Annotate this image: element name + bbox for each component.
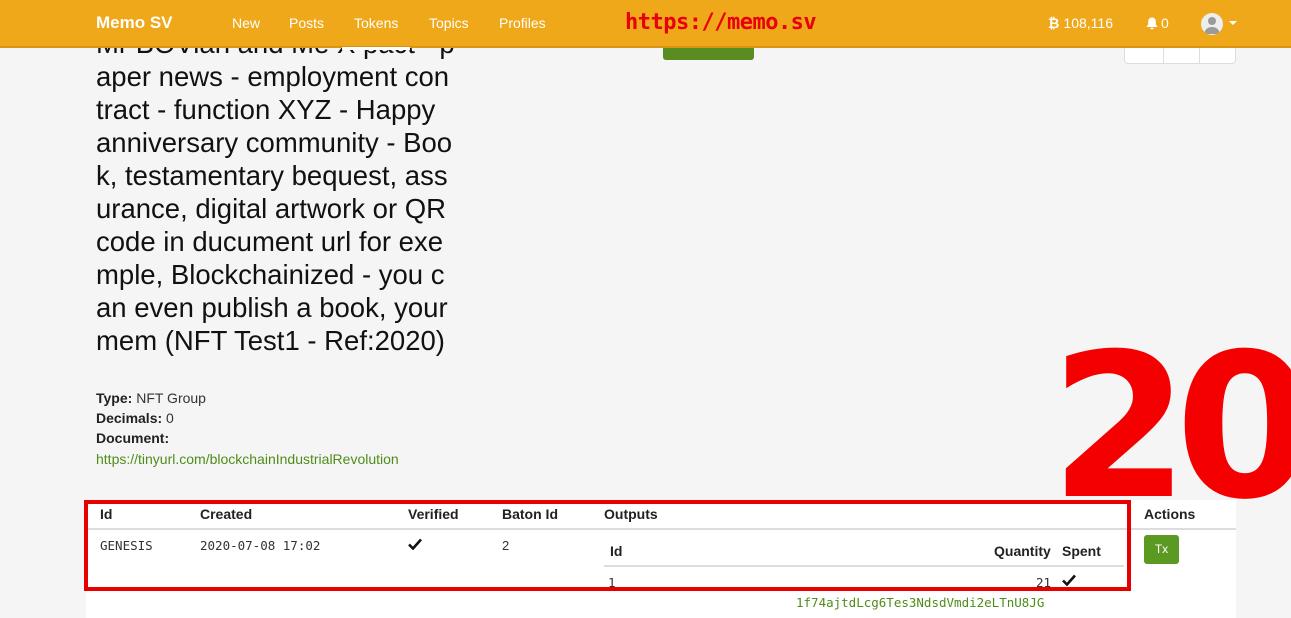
nav-topics[interactable]: Topics xyxy=(429,15,469,31)
document-link[interactable]: https://tinyurl.com/blockchainIndustrial… xyxy=(96,451,399,467)
token-title: Mr BOVian and Me X pact - paper news - e… xyxy=(96,28,455,356)
chevron-down-icon[interactable] xyxy=(1229,21,1237,25)
balance-value: 108,116 xyxy=(1063,15,1113,31)
user-icon xyxy=(1204,17,1220,34)
balance-display[interactable]: ₿ 108,116 xyxy=(1048,15,1113,31)
bitcoin-icon: ₿ xyxy=(1048,15,1060,31)
url-watermark: https://memo.sv xyxy=(625,10,817,35)
nav-profiles[interactable]: Profiles xyxy=(499,15,546,31)
top-navbar: Memo SV New Posts Tokens Topics Profiles… xyxy=(0,0,1291,50)
brand-logo[interactable]: Memo SV xyxy=(96,13,173,33)
bell-icon xyxy=(1146,17,1158,30)
user-avatar[interactable] xyxy=(1201,13,1223,35)
col-header-actions: Actions xyxy=(1144,506,1196,522)
output-address-link[interactable]: 1f74ajtdLcg6Tes3NdsdVmdi2eLTnU8JG xyxy=(796,595,1044,610)
nav-new[interactable]: New xyxy=(232,15,260,31)
overlay-number: 20 xyxy=(1050,311,1291,544)
nav-tokens[interactable]: Tokens xyxy=(341,15,411,50)
notifications-button[interactable]: 0 xyxy=(1146,15,1169,31)
notification-count: 0 xyxy=(1161,15,1169,31)
token-decimals: Decimals: 0 xyxy=(96,410,174,426)
highlight-box xyxy=(84,500,1131,591)
nav-posts[interactable]: Posts xyxy=(289,15,324,31)
tx-button[interactable]: Tx xyxy=(1144,535,1179,564)
token-document: Document: xyxy=(96,430,170,446)
token-type: Type: NFT Group xyxy=(96,390,206,406)
